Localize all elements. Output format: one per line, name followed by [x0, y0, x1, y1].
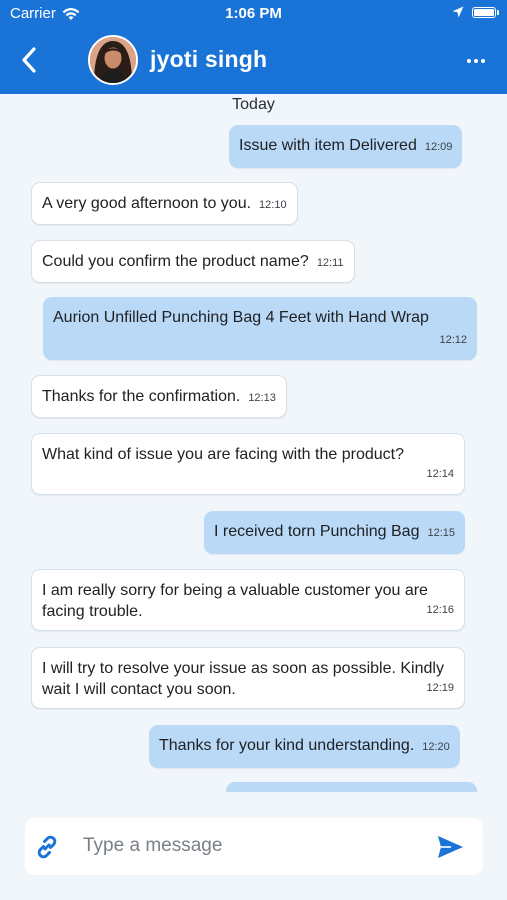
message-time: 12:11 — [316, 257, 344, 269]
message-bubble-incoming[interactable]: Thanks for the confirmation. 12:13 — [31, 375, 287, 418]
chat-message-list[interactable]: Today Issue with item Delivered 12:09 A v… — [0, 94, 507, 792]
message-composer — [25, 818, 483, 875]
more-dot-icon — [467, 59, 471, 63]
message-text: Thanks for the confirmation. — [42, 388, 241, 405]
message-bubble-incoming[interactable]: What kind of issue you are facing with t… — [31, 433, 465, 495]
status-time: 1:06 PM — [225, 5, 282, 22]
message-text: I received torn Punching Bag — [214, 523, 420, 540]
send-icon[interactable] — [435, 832, 465, 862]
message-bubble-incoming[interactable]: Could you confirm the product name? 12:11 — [31, 240, 355, 283]
profile-photo — [90, 37, 136, 83]
message-bubble-outgoing[interactable]: Issue with item Delivered 12:09 — [229, 125, 463, 168]
chat-nav-bar: jyoti singh — [0, 28, 507, 94]
message-text: Aurion Unfilled Punching Bag 4 Feet with… — [53, 309, 429, 326]
contact-name: jyoti singh — [150, 46, 268, 72]
message-bubble-incoming[interactable]: A very good afternoon to you. 12:10 — [31, 182, 298, 225]
message-text: Thanks for your kind understanding. — [159, 737, 415, 754]
message-time: 12:15 — [427, 527, 455, 539]
more-dot-icon — [474, 59, 478, 63]
status-bar: Carrier 1:06 PM — [0, 0, 507, 28]
message-text: A very good afternoon to you. — [42, 195, 252, 212]
more-dot-icon — [481, 59, 485, 63]
message-input[interactable] — [83, 830, 413, 862]
message-bubble-outgoing[interactable]: I received torn Punching Bag 12:15 — [204, 511, 465, 554]
message-bubble-outgoing-partial[interactable] — [226, 782, 477, 792]
message-bubble-outgoing[interactable]: Aurion Unfilled Punching Bag 4 Feet with… — [43, 297, 477, 360]
message-time: 12:19 — [426, 682, 454, 694]
message-time: 12:10 — [259, 199, 287, 211]
message-time: 12:13 — [248, 392, 276, 404]
location-arrow-icon — [452, 6, 464, 18]
message-time: 12:09 — [424, 141, 453, 153]
message-time: 12:14 — [426, 468, 454, 480]
message-text: What kind of issue you are facing with t… — [42, 446, 404, 463]
chevron-left-icon — [22, 47, 36, 73]
date-separator: Today — [232, 96, 275, 113]
message-time: 12:20 — [422, 741, 450, 753]
avatar[interactable] — [88, 35, 138, 85]
message-text: I will try to resolve your issue as soon… — [42, 660, 444, 698]
link-icon[interactable] — [32, 832, 62, 862]
message-bubble-outgoing[interactable]: Thanks for your kind understanding. 12:20 — [149, 725, 460, 768]
status-indicators — [452, 6, 499, 18]
message-text: I am really sorry for being a valuable c… — [42, 582, 428, 620]
message-text: Issue with item Delivered — [239, 137, 417, 154]
message-bubble-incoming[interactable]: I am really sorry for being a valuable c… — [31, 569, 465, 631]
message-time: 12:12 — [439, 334, 467, 346]
more-options-button[interactable] — [465, 51, 487, 71]
message-time: 12:16 — [426, 604, 454, 616]
battery-icon — [472, 6, 499, 18]
message-text: Could you confirm the product name? — [42, 253, 309, 270]
back-button[interactable] — [14, 42, 44, 78]
message-bubble-incoming[interactable]: I will try to resolve your issue as soon… — [31, 647, 465, 709]
app-header: Carrier 1:06 PM jyoti singh — [0, 0, 507, 94]
